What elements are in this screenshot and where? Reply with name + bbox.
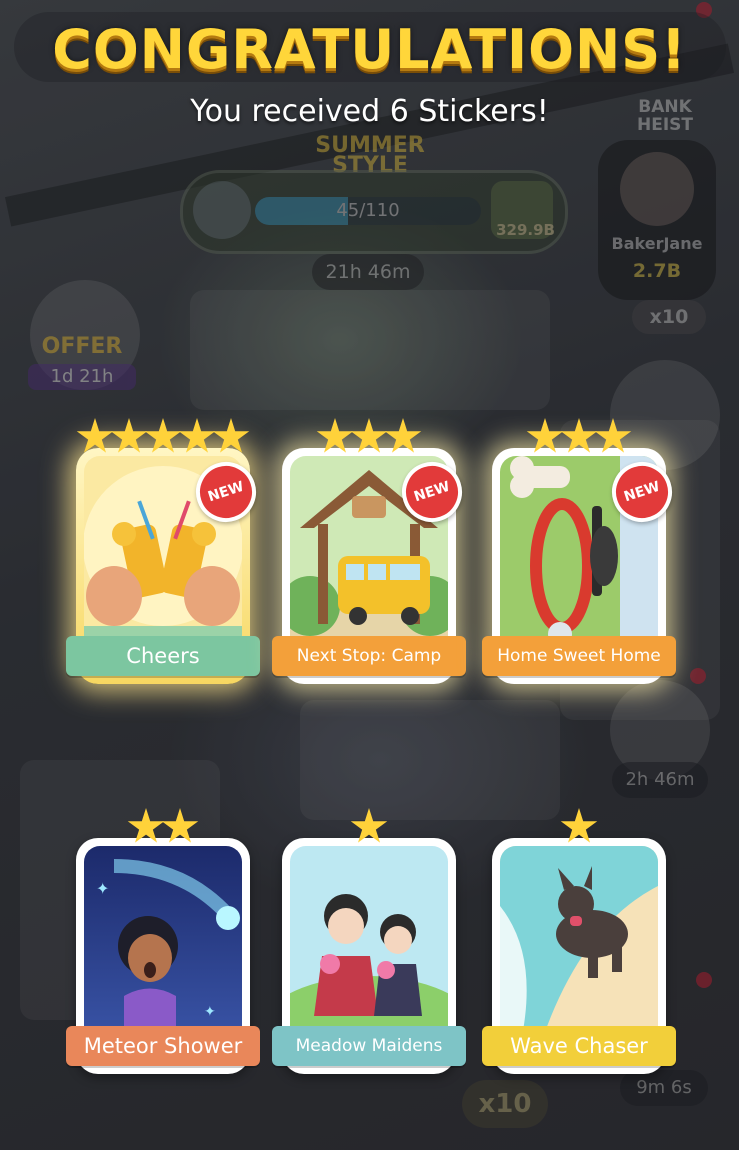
star-icon xyxy=(161,808,199,843)
star-icon xyxy=(110,418,148,453)
sticker-name: Next Stop: Camp xyxy=(272,636,466,676)
star-icon xyxy=(316,418,354,453)
sticker-card[interactable]: NEW Next Stop: Camp xyxy=(272,418,470,684)
stickers-received-text: You received 6 Stickers! xyxy=(190,94,549,129)
star-icon xyxy=(350,418,388,453)
sticker-card[interactable]: NEW Home Sweet Home xyxy=(482,418,680,684)
star-icon xyxy=(212,418,250,453)
star-icon xyxy=(560,418,598,453)
sticker-card[interactable]: Meadow Maidens xyxy=(272,808,466,1074)
star-icon xyxy=(178,418,216,453)
congratulations-title: CONGRATULATIONS! xyxy=(52,18,687,81)
star-icon xyxy=(76,418,114,453)
sticker-card[interactable]: ✦ ✦ Meteor Shower xyxy=(66,808,260,1074)
star-icon xyxy=(594,418,632,453)
meteor-icon: ✦ ✦ xyxy=(84,846,242,1046)
maidens-icon xyxy=(290,846,448,1046)
dog-beach-icon xyxy=(500,846,658,1046)
star-rating xyxy=(76,418,250,458)
star-rating xyxy=(492,808,666,848)
star-icon xyxy=(560,808,598,843)
star-rating xyxy=(282,808,456,848)
sticker-card[interactable]: NEW Cheers xyxy=(66,418,264,684)
sticker-card[interactable]: Wave Chaser xyxy=(482,808,676,1074)
star-icon xyxy=(350,808,388,843)
sticker-name: Home Sweet Home xyxy=(482,636,676,676)
svg-text:✦: ✦ xyxy=(204,1004,216,1020)
star-icon xyxy=(144,418,182,453)
star-icon xyxy=(526,418,564,453)
star-rating xyxy=(76,808,250,848)
star-rating xyxy=(492,418,666,458)
sticker-name: Cheers xyxy=(66,636,260,676)
svg-text:✦: ✦ xyxy=(96,879,109,898)
sticker-name: Meteor Shower xyxy=(66,1026,260,1066)
star-rating xyxy=(282,418,456,458)
star-icon xyxy=(384,418,422,453)
sticker-name: Meadow Maidens xyxy=(272,1026,466,1066)
sticker-name: Wave Chaser xyxy=(482,1026,676,1066)
star-icon xyxy=(127,808,165,843)
